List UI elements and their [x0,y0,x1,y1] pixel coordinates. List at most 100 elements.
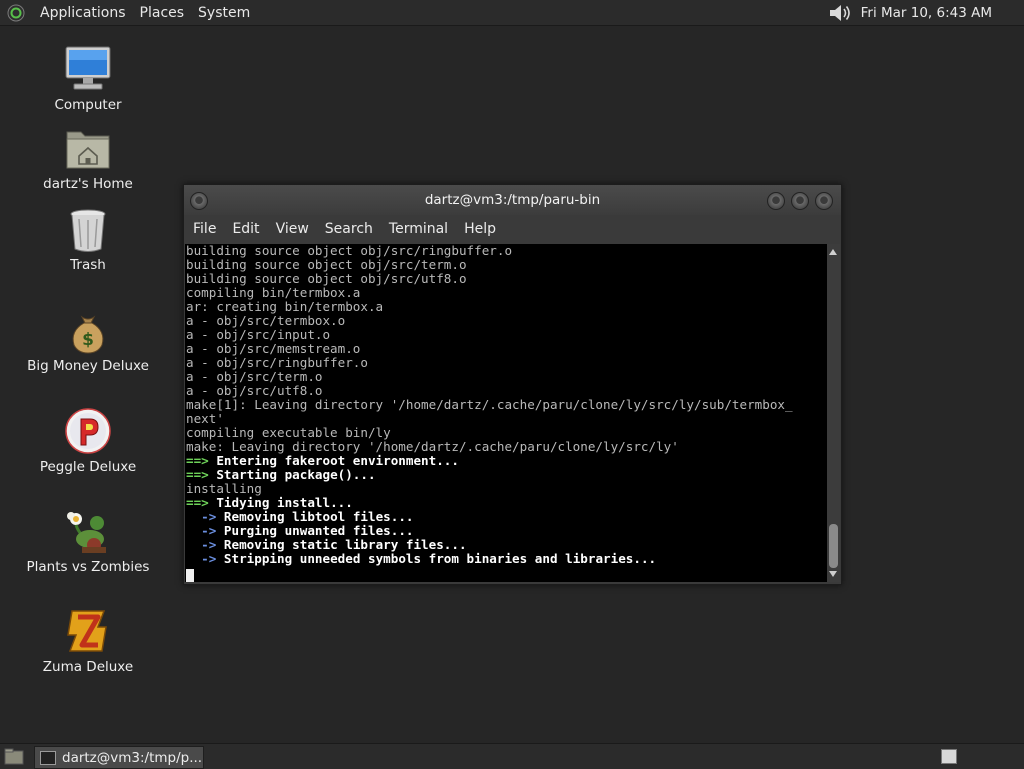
taskbar-terminal-button[interactable]: dartz@vm3:/tmp/p... [34,746,204,769]
terminal-line: -> Purging unwanted files... [185,524,827,538]
top-panel: Applications Places System Fri Mar 10, 6… [0,0,1024,26]
terminal-line-prefix: -> [186,551,217,566]
clock[interactable]: Fri Mar 10, 6:43 AM [861,5,992,21]
terminal-line: building source object obj/src/utf8.o [185,272,827,286]
terminal-line: ==> Entering fakeroot environment... [185,454,827,468]
terminal-icon [40,750,56,765]
window-titlebar[interactable]: dartz@vm3:/tmp/paru-bin [184,185,841,215]
terminal-line: building source object obj/src/ringbuffe… [185,244,827,258]
computer-icon [65,46,111,90]
distro-logo-icon[interactable] [7,4,25,22]
terminal-line: a - obj/src/termbox.o [185,314,827,328]
terminal-line-text: building source object obj/src/ringbuffe… [186,244,513,258]
scroll-down-arrow-icon[interactable] [829,571,837,577]
terminal-output[interactable]: building source object obj/src/ringbuffe… [185,244,827,582]
menu-edit[interactable]: Edit [223,221,259,237]
terminal-line: make: Leaving directory '/home/dartz/.ca… [185,440,827,454]
terminal-line-prefix: ==> [186,467,209,482]
menu-search[interactable]: Search [316,221,373,237]
applications-menu[interactable]: Applications [33,5,133,21]
terminal-line-text: installing [186,481,262,496]
menu-terminal[interactable]: Terminal [380,221,448,237]
terminal-line: -> Removing libtool files... [185,510,827,524]
terminal-line-text: Removing libtool files... [216,509,414,524]
desktop-icon-label: Big Money Deluxe [27,358,149,374]
terminal-line-prefix: -> [186,509,217,524]
terminal-line-text: a - obj/src/input.o [186,327,331,342]
scroll-up-arrow-icon[interactable] [829,249,837,255]
terminal-line-text: Removing static library files... [216,537,467,552]
desktop-icon-label: Computer [54,97,122,113]
terminal-line-prefix: ==> [186,453,209,468]
volume-icon[interactable] [827,2,853,24]
terminal-line: a - obj/src/term.o [185,370,827,384]
terminal-line: a - obj/src/memstream.o [185,342,827,356]
money-bag-icon: $ [72,315,104,354]
desktop-icon-zuma[interactable]: Zuma Deluxe [13,607,163,675]
terminal-line-text: Purging unwanted files... [216,523,414,538]
window-title: dartz@vm3:/tmp/paru-bin [424,192,601,208]
close-button[interactable] [815,192,833,210]
terminal-line: compiling executable bin/ly [185,426,827,440]
places-menu[interactable]: Places [133,5,192,21]
show-desktop-icon[interactable] [4,748,24,765]
desktop-icon-label: Plants vs Zombies [26,559,150,575]
terminal-line: -> Stripping unneeded symbols from binar… [185,552,827,566]
terminal-menubar: File Edit View Search Terminal Help [184,215,841,243]
terminal-line: a - obj/src/ringbuffer.o [185,356,827,370]
desktop-icon-peggle[interactable]: Peggle Deluxe [13,407,163,475]
terminal-line-text: compiling executable bin/ly [186,425,391,440]
terminal-line-text: next' [186,411,224,426]
maximize-button[interactable] [791,192,809,210]
desktop-icon-label: Peggle Deluxe [39,459,137,475]
desktop-icon-computer[interactable]: Computer [13,45,163,113]
terminal-line: -> Removing static library files... [185,538,827,552]
desktop-icon-pvz[interactable]: Plants vs Zombies [13,507,163,575]
terminal-line-text: building source object obj/src/term.o [186,257,467,272]
desktop-icon-home[interactable]: dartz's Home [13,126,163,192]
taskbar-terminal-label: dartz@vm3:/tmp/p... [62,749,203,766]
home-folder-icon [66,131,110,169]
terminal-cursor [186,569,194,582]
terminal-line-text: Starting package()... [208,467,376,482]
terminal-line: next' [185,412,827,426]
workspace-switcher[interactable] [941,749,957,764]
terminal-line-text: a - obj/src/memstream.o [186,341,361,356]
terminal-line-text: compiling bin/termbox.a [186,285,361,300]
terminal-line-prefix: ==> [186,495,209,510]
terminal-line-text: building source object obj/src/utf8.o [186,271,467,286]
terminal-line: make[1]: Leaving directory '/home/dartz/… [185,398,827,412]
terminal-line-prefix: -> [186,523,217,538]
terminal-line-text: Tidying install... [208,495,353,510]
desktop-icon-trash[interactable]: Trash [13,207,163,273]
menu-help[interactable]: Help [455,221,496,237]
menu-view[interactable]: View [267,221,309,237]
system-menu[interactable]: System [191,5,257,21]
terminal-line: ar: creating bin/termbox.a [185,300,827,314]
svg-text:$: $ [82,330,94,350]
terminal-line-text: a - obj/src/term.o [186,369,323,384]
terminal-line: building source object obj/src/term.o [185,258,827,272]
terminal-line: installing [185,482,827,496]
terminal-line-text: make[1]: Leaving directory '/home/dartz/… [186,397,793,412]
zuma-icon [67,610,107,652]
desktop-icon-label: Zuma Deluxe [42,659,134,675]
desktop-icon-label: dartz's Home [43,176,133,192]
scrollbar-thumb[interactable] [829,524,838,568]
bottom-panel: dartz@vm3:/tmp/p... [0,743,1024,769]
menu-file[interactable]: File [184,221,216,237]
terminal-scrollbar[interactable] [827,244,840,582]
terminal-line-text: make: Leaving directory '/home/dartz/.ca… [186,439,679,454]
terminal-line: a - obj/src/input.o [185,328,827,342]
terminal-line: a - obj/src/utf8.o [185,384,827,398]
terminal-line-prefix: -> [186,537,217,552]
terminal-line: ==> Tidying install... [185,496,827,510]
terminal-line-text: Stripping unneeded symbols from binaries… [216,551,657,566]
terminal-line-text: ar: creating bin/termbox.a [186,299,384,314]
terminal-window[interactable]: dartz@vm3:/tmp/paru-bin File Edit View S… [183,184,842,585]
minimize-button[interactable] [767,192,785,210]
desktop-icon-big-money[interactable]: $ Big Money Deluxe [13,308,163,374]
terminal-line-text: Entering fakeroot environment... [208,453,459,468]
terminal-line-text: a - obj/src/utf8.o [186,383,323,398]
terminal-prompt-line [185,569,827,582]
